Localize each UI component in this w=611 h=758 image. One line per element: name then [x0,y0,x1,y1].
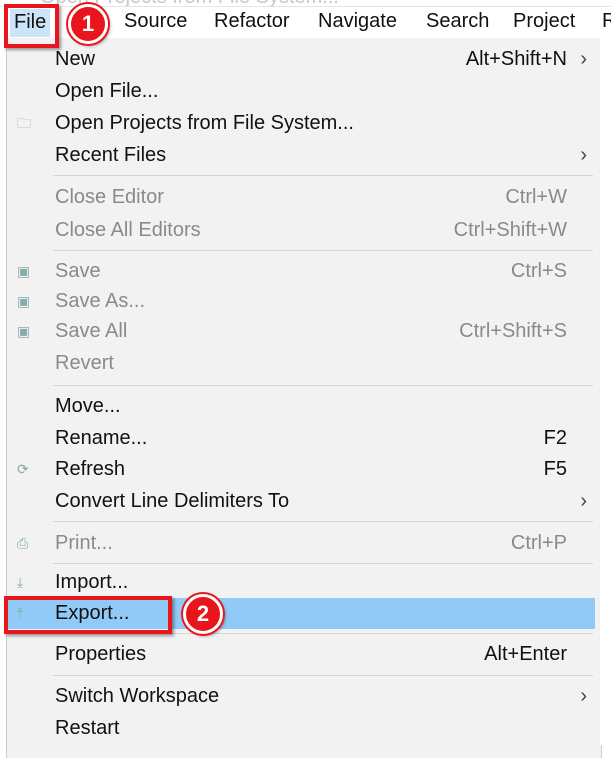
menu-item-label: Revert [55,352,114,374]
shortcut-label: Alt+Shift+N [465,48,567,70]
menu-separator [53,250,593,251]
menu-separator [53,175,593,176]
menu-item-save-as[interactable]: ▣ Save As... [7,286,595,317]
menu-item-label: Open File... [55,80,159,102]
menu-item-label: Convert Line Delimiters To [55,490,290,512]
menu-item-refresh[interactable]: ⟳ Refresh F5 [7,454,595,485]
menu-item-rename[interactable]: Rename... F2 [7,423,595,454]
menu-item-open-file[interactable]: Open File... [7,76,595,107]
menu-search[interactable]: Search [426,10,489,33]
menu-separator [53,675,593,676]
shortcut-label: Ctrl+Shift+S [459,320,567,342]
save-all-icon: ▣ [17,323,31,339]
menu-item-print[interactable]: ⎙ Print... Ctrl+P [7,528,595,559]
menu-source[interactable]: Source [124,10,187,33]
menu-item-label: Save As... [55,290,146,312]
menu-item-label: Properties [55,643,147,665]
menu-project[interactable]: Project [513,10,575,33]
print-icon: ⎙ [17,535,29,551]
shortcut-label: Ctrl+P [510,532,567,554]
menu-item-recent-files[interactable]: Recent Files › [7,140,595,171]
menu-refactor[interactable]: Refactor [214,10,290,33]
menu-item-new[interactable]: New Alt+Shift+N › [7,44,595,75]
refresh-icon: ⟳ [17,461,29,477]
folder-icon: 🗀 [17,115,31,131]
menu-item-import[interactable]: ⤓ Import... [7,567,595,598]
menu-item-open-projects-from-file-system[interactable]: 🗀 Open Projects from File System... [7,108,595,139]
chevron-right-icon: › [580,685,587,707]
menu-run[interactable]: R [602,10,611,33]
shortcut-label: F5 [543,458,567,480]
chevron-right-icon: › [580,144,587,166]
chevron-right-icon: › [580,490,587,512]
menu-item-close-editor[interactable]: Close Editor Ctrl+W [7,182,595,213]
menu-item-close-all-editors[interactable]: Close All Editors Ctrl+Shift+W [7,215,595,246]
save-as-icon: ▣ [17,293,31,309]
menu-item-switch-workspace[interactable]: Switch Workspace › [7,681,595,712]
annotation-box-export [4,596,172,634]
menu-item-label: Refresh [55,458,126,480]
file-menu: New Alt+Shift+N › Open File... 🗀 Open Project… [6,38,602,758]
annotation-box-file [4,4,59,48]
menu-item-properties[interactable]: Properties Alt+Enter [7,639,595,670]
menu-item-save[interactable]: ▣ Save Ctrl+S [7,256,595,287]
step-1-badge: 1 [68,4,108,44]
menu-item-label: Move... [55,395,121,417]
menu-separator [53,385,593,386]
menu-item-label: Import... [55,571,129,593]
import-icon: ⤓ [17,574,24,590]
shortcut-label: Ctrl+Shift+W [453,219,567,241]
menu-item-label: New [55,48,96,70]
window-edge [600,38,611,745]
menu-item-label: Switch Workspace [55,685,220,707]
menu-item-label: Close Editor [55,186,164,208]
shortcut-label: Ctrl+S [510,260,567,282]
menu-item-label: Save [55,260,101,282]
menu-separator [53,563,593,564]
menu-item-label: Open Projects from File System... [55,112,354,134]
menu-item-label: Restart [55,717,120,739]
menu-item-label: Rename... [55,427,148,449]
shortcut-label: Alt+Enter [484,643,567,665]
menu-item-label: Recent Files [55,144,167,166]
step-2-badge: 2 [183,594,223,634]
shortcut-label: Ctrl+W [505,186,567,208]
menu-item-convert-line-delimiters-to[interactable]: Convert Line Delimiters To › [7,486,595,517]
menu-item-save-all[interactable]: ▣ Save All Ctrl+Shift+S [7,316,595,347]
menu-item-revert[interactable]: Revert [7,348,595,379]
menu-navigate[interactable]: Navigate [318,10,397,33]
shortcut-label: F2 [543,427,567,449]
menu-separator [53,521,593,522]
menu-item-restart[interactable]: Restart [7,713,595,744]
menu-item-move[interactable]: Move... [7,391,595,422]
chevron-right-icon: › [580,48,587,70]
menu-item-label: Print... [55,532,113,554]
menu-item-label: Save All [55,320,128,342]
menu-item-label: Close All Editors [55,219,201,241]
save-icon: ▣ [17,263,31,279]
